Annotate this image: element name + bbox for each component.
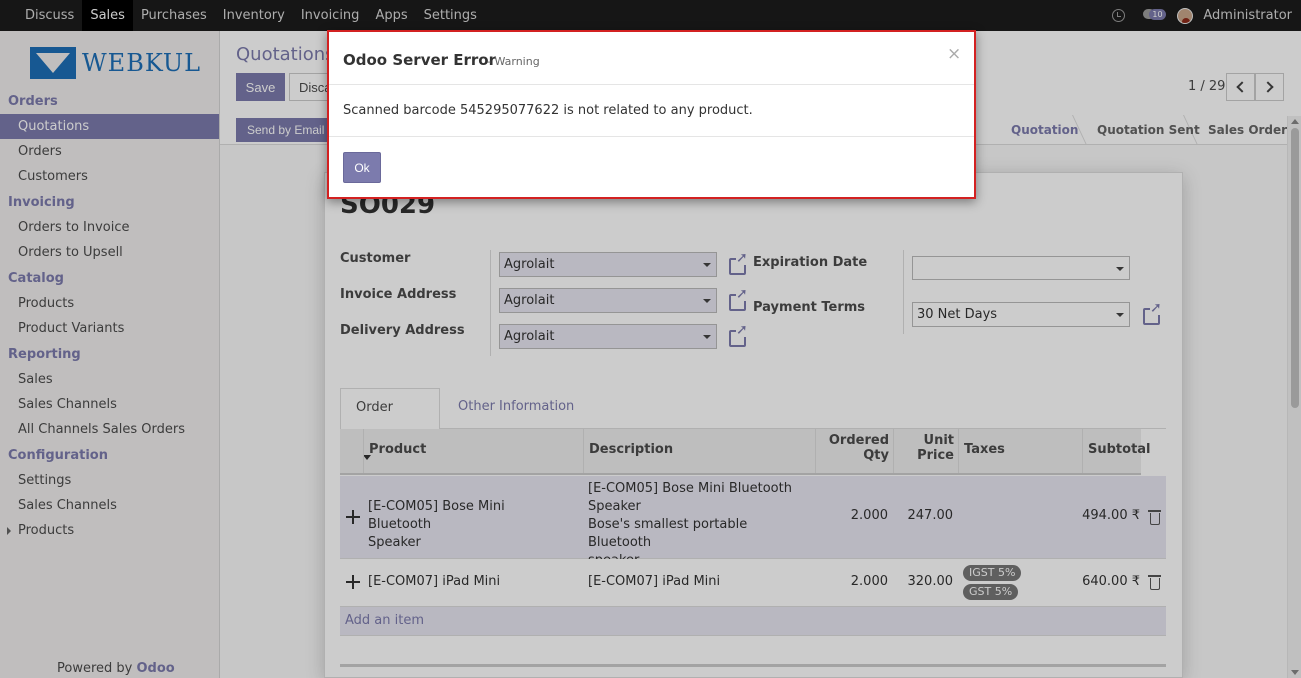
dialog-subtitle: - Warning <box>487 55 540 68</box>
close-icon[interactable]: × <box>947 46 961 63</box>
dialog-message: Scanned barcode 545295077622 is not rela… <box>343 103 753 118</box>
dialog-header: Odoo Server Error - Warning × <box>329 32 974 85</box>
dialog-footer-divider <box>329 136 974 137</box>
error-dialog: Odoo Server Error - Warning × Scanned ba… <box>327 30 976 199</box>
dialog-title: Odoo Server Error <box>343 51 497 69</box>
ok-button[interactable]: Ok <box>343 152 381 183</box>
